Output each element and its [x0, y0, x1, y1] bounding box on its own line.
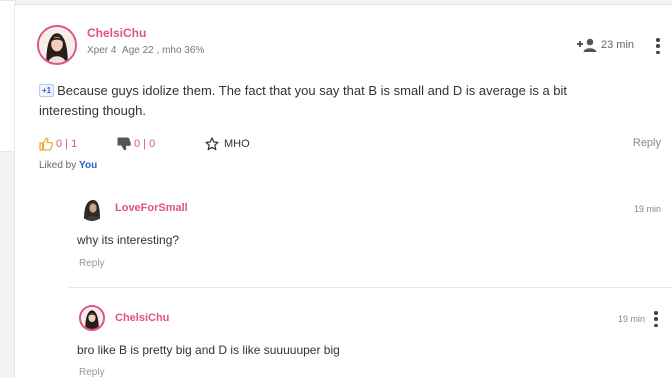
liked-by-user[interactable]: You [79, 160, 97, 171]
user-age: Age 22 [122, 45, 154, 56]
reply-item: ChelsiChu 19 min bro like B is pretty bi… [69, 287, 672, 378]
reply-button[interactable]: Reply [79, 258, 105, 269]
reply-time: 19 min [617, 314, 645, 324]
user-mho: , mho 36% [156, 45, 205, 56]
reply-button[interactable]: Reply [633, 137, 661, 149]
post-text: Because guys idolize them. The fact that… [39, 83, 568, 118]
reply-body: bro like B is pretty big and D is like s… [77, 343, 340, 357]
reply-body: why its interesting? [77, 233, 180, 247]
post-username[interactable]: ChelsiChu [87, 26, 146, 40]
comment-card: ChelsiChu Xper 4 Age 22 , mho 36% 23 min… [14, 4, 672, 378]
reply-item: LoveForSmall 19 min why its interesting?… [69, 185, 672, 281]
dislike-count: 0 | 0 [134, 138, 156, 150]
post-time: 23 min [601, 39, 635, 51]
mho-label: MHO [224, 138, 250, 150]
reply-time: 19 min [633, 204, 661, 214]
kebab-menu-icon[interactable] [655, 38, 661, 54]
post-actions: 0 | 1 0 | 0 MHO Reply [39, 137, 661, 155]
plus-one-badge: +1 [39, 84, 55, 97]
star-icon [205, 137, 219, 151]
dislike-button[interactable]: 0 | 0 [117, 137, 155, 151]
mho-button[interactable]: MHO [205, 137, 250, 151]
user-avatar[interactable] [79, 195, 105, 221]
user-meta: Xper 4 Age 22 , mho 36% [87, 45, 204, 56]
liked-by-prefix: Liked by [39, 160, 77, 171]
post-body: +1 Because guys idolize them. The fact th… [39, 81, 629, 121]
reply-username[interactable]: ChelsiChu [115, 312, 169, 324]
user-avatar[interactable] [79, 305, 105, 331]
reply-username[interactable]: LoveForSmall [115, 202, 188, 214]
like-button[interactable]: 0 | 1 [39, 137, 77, 151]
like-count: 0 | 1 [56, 138, 78, 150]
user-avatar[interactable] [37, 25, 77, 65]
xper-level: Xper 4 [87, 45, 117, 56]
thumb-down-icon [117, 137, 131, 151]
reply-button[interactable]: Reply [79, 367, 105, 378]
kebab-menu-icon[interactable] [653, 311, 659, 327]
person-plus-icon[interactable] [577, 38, 597, 52]
thumb-up-icon [39, 137, 53, 151]
liked-by: Liked by You [39, 160, 97, 171]
